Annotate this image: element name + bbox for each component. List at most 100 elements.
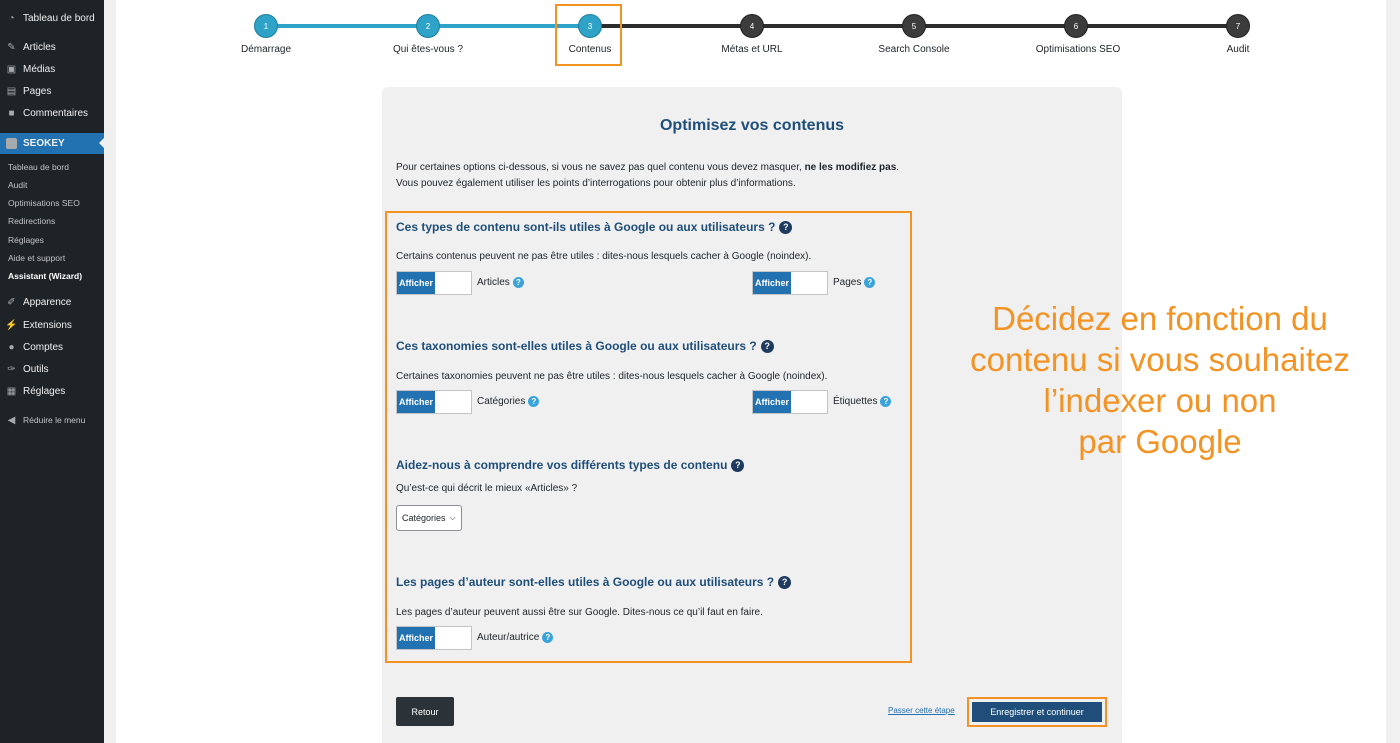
submenu-audit[interactable]: Audit <box>0 176 104 194</box>
submenu-dashboard[interactable]: Tableau de bord <box>0 158 104 176</box>
toggle-label-text: Pages <box>833 277 862 288</box>
page-icon: ▤ <box>6 85 17 97</box>
users-icon: ● <box>8 341 15 353</box>
menu-label: Médias <box>23 63 56 75</box>
step-1-label: Démarrage <box>240 44 292 55</box>
menu-label: Comptes <box>23 341 64 353</box>
toggle-off-area <box>435 391 471 413</box>
step-7-circle[interactable]: 7 <box>1226 14 1250 38</box>
menu-label: Réglages <box>23 385 66 397</box>
back-button[interactable]: Retour <box>396 697 454 726</box>
media-icon: ▣ <box>6 63 17 75</box>
toggle-label-categories: Catégories ? <box>477 396 540 407</box>
toggle-label-text: Articles <box>477 277 510 288</box>
toggle-label-author: Auteur/autrice ? <box>477 632 554 643</box>
help-icon[interactable]: ? <box>880 396 892 407</box>
help-icon[interactable]: ? <box>512 277 524 288</box>
submenu-seo-optimizations[interactable]: Optimisations SEO <box>0 194 104 212</box>
help-icon[interactable]: ? <box>731 458 745 472</box>
authors-title: Les pages d’auteur sont-elles utiles à G… <box>396 575 792 589</box>
toggle-on-label: Afficher <box>397 272 435 294</box>
menu-appearance[interactable]: ✐ Apparence <box>0 292 104 312</box>
help-icon[interactable]: ? <box>864 277 876 288</box>
help-icon[interactable]: ? <box>778 575 792 589</box>
annotation-line: Décidez en fonction du <box>992 300 1328 337</box>
toggle-on-label: Afficher <box>753 272 791 294</box>
step-5-circle[interactable]: 5 <box>902 14 926 38</box>
menu-label: Outils <box>23 363 49 375</box>
toggle-label-pages: Pages ? <box>833 277 876 288</box>
submenu-help[interactable]: Aide et support <box>0 249 104 267</box>
toggle-articles[interactable]: Afficher <box>396 271 472 295</box>
intro-bold: ne les modifiez pas <box>804 162 897 173</box>
toggle-off-area <box>435 627 471 649</box>
annotation-text: Décidez en fonction du contenu si vous s… <box>940 298 1380 462</box>
toggle-tags[interactable]: Afficher <box>752 390 828 414</box>
menu-comments[interactable]: ■ Commentaires <box>0 103 104 123</box>
intro-period: . <box>896 162 900 173</box>
save-continue-button[interactable]: Enregistrer et continuer <box>972 702 1102 722</box>
annotation-line: par Google <box>1078 423 1242 460</box>
select-value: Catégories <box>402 513 446 523</box>
collapse-menu[interactable]: ◀ Réduire le menu <box>0 410 104 430</box>
menu-articles[interactable]: ✎ Articles <box>0 37 104 57</box>
pin-icon: ✎ <box>7 41 16 53</box>
toggle-author[interactable]: Afficher <box>396 626 472 650</box>
chevron-down-icon: ⌵ <box>449 513 456 522</box>
understand-title: Aidez-nous à comprendre vos différents t… <box>396 458 745 472</box>
help-icon[interactable]: ? <box>542 632 554 643</box>
menu-label: Tableau de bord <box>23 12 95 24</box>
toggle-label-tags: Étiquettes ? <box>833 396 892 407</box>
dashboard-icon: ◔ <box>8 12 15 24</box>
content-types-desc: Certains contenus peuvent ne pas être ut… <box>396 251 812 262</box>
menu-settings[interactable]: ▦ Réglages <box>0 381 104 401</box>
comment-icon: ■ <box>8 107 15 119</box>
help-icon[interactable]: ? <box>528 396 540 407</box>
help-icon[interactable]: ? <box>779 220 793 234</box>
section-title-text: Les pages d’auteur sont-elles utiles à G… <box>396 575 775 589</box>
menu-users[interactable]: ● Comptes <box>0 337 104 357</box>
toggle-pages[interactable]: Afficher <box>752 271 828 295</box>
toggle-label-text: Auteur/autrice <box>477 632 540 643</box>
articles-type-select[interactable]: Catégories ⌵ <box>396 505 462 531</box>
skip-step-link[interactable]: Passer cette étape <box>888 706 955 715</box>
page-title: Optimisez vos contenus <box>659 117 845 134</box>
section-title-text: Ces types de contenu sont-ils utiles à G… <box>396 220 776 234</box>
menu-media[interactable]: ▣ Médias <box>0 59 104 79</box>
step-7-label: Audit <box>1226 44 1250 55</box>
toggle-off-area <box>791 391 827 413</box>
menu-dashboard[interactable]: ◔ Tableau de bord <box>0 8 104 28</box>
menu-label: Extensions <box>23 319 72 331</box>
toggle-off-area <box>791 272 827 294</box>
wrench-icon: ✑ <box>7 363 16 375</box>
menu-plugins[interactable]: ⚡ Extensions <box>0 315 104 335</box>
continue-button-highlight: Enregistrer et continuer <box>967 697 1107 727</box>
step-6-circle[interactable]: 6 <box>1064 14 1088 38</box>
submenu-redirections[interactable]: Redirections <box>0 212 104 230</box>
submenu-settings[interactable]: Réglages <box>0 231 104 249</box>
plugin-icon: ⚡ <box>5 319 18 331</box>
section-title-text: Ces taxonomies sont-elles utiles à Googl… <box>396 339 757 353</box>
toggle-off-area <box>435 272 471 294</box>
authors-desc: Les pages d’auteur peuvent aussi être su… <box>396 607 763 618</box>
submenu-wizard[interactable]: Assistant (Wizard) <box>0 267 104 285</box>
intro-line-2: Vous pouvez également utiliser les point… <box>396 178 796 189</box>
menu-pages[interactable]: ▤ Pages <box>0 81 104 101</box>
menu-seokey[interactable]: SEOKEY <box>0 133 104 154</box>
menu-label: Commentaires <box>23 107 89 119</box>
step-4-circle[interactable]: 4 <box>740 14 764 38</box>
toggle-categories[interactable]: Afficher <box>396 390 472 414</box>
step-5-label: Search Console <box>878 44 950 55</box>
toggle-label-articles: Articles ? <box>477 277 524 288</box>
help-icon[interactable]: ? <box>760 339 774 353</box>
content-types-title: Ces types de contenu sont-ils utiles à G… <box>396 220 793 234</box>
annotation-line: l’indexer ou non <box>1043 382 1277 419</box>
section-title-text: Aidez-nous à comprendre vos différents t… <box>396 458 728 472</box>
menu-tools[interactable]: ✑ Outils <box>0 359 104 379</box>
step-1-circle[interactable]: 1 <box>254 14 278 38</box>
menu-label: Articles <box>23 41 56 53</box>
step-2-circle[interactable]: 2 <box>416 14 440 38</box>
menu-label: Pages <box>23 85 52 97</box>
step-4-label: Métas et URL <box>721 44 783 55</box>
toggle-on-label: Afficher <box>397 627 435 649</box>
